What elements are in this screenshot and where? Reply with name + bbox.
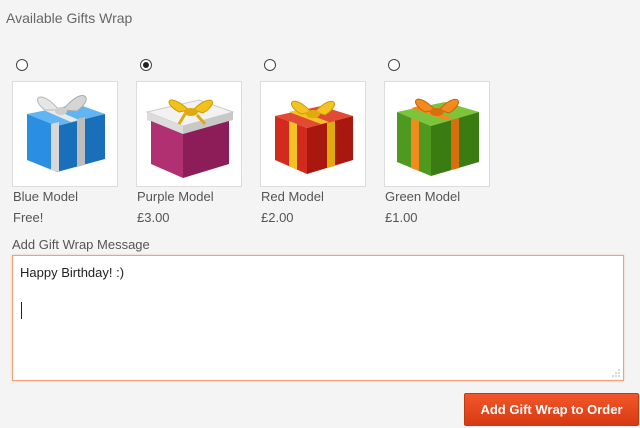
option-price: £1.00 (385, 210, 418, 225)
thumb-purple[interactable] (136, 81, 242, 187)
option-price: £2.00 (261, 210, 294, 225)
green-gift-box-icon (397, 98, 479, 176)
thumb-blue[interactable] (12, 81, 118, 187)
resize-grip-icon[interactable] (612, 369, 620, 377)
option-name: Green Model (385, 189, 461, 204)
blue-gift-box-icon (27, 95, 105, 172)
radio-red[interactable] (264, 59, 276, 71)
radio-green[interactable] (388, 59, 400, 71)
section-title: Available Gifts Wrap (6, 10, 133, 26)
red-gift-box-icon (275, 100, 353, 174)
message-textarea[interactable]: Happy Birthday! :) (12, 255, 624, 381)
option-name: Purple Model (137, 189, 214, 204)
thumb-red[interactable] (260, 81, 366, 187)
gift-wrap-options: Blue Model Free! Purple Model £3.00 Red … (12, 58, 512, 228)
option-price: Free! (13, 210, 44, 225)
thumb-green[interactable] (384, 81, 490, 187)
option-name: Blue Model (13, 189, 79, 204)
option-price: £3.00 (137, 210, 170, 225)
message-text: Happy Birthday! :) (20, 265, 125, 280)
message-label: Add Gift Wrap Message (12, 237, 150, 252)
radio-blue[interactable] (16, 59, 28, 71)
add-gift-wrap-button[interactable]: Add Gift Wrap to Order (464, 393, 639, 426)
text-caret (21, 302, 22, 319)
option-name: Red Model (261, 189, 324, 204)
purple-gift-box-icon (145, 99, 235, 178)
radio-purple[interactable] (140, 59, 152, 71)
